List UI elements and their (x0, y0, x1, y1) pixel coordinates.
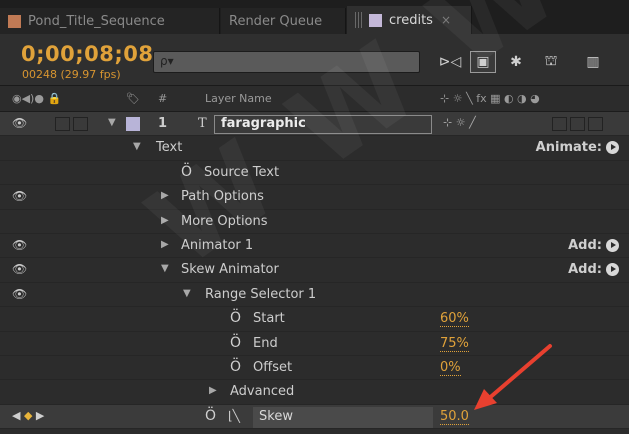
add-menu-button[interactable]: Add: (568, 262, 619, 277)
switch-box[interactable] (552, 117, 567, 131)
play-circle-icon (606, 141, 619, 155)
more-options-label: More Options (181, 213, 268, 229)
collapsed-triangle-icon[interactable]: ▶ (161, 239, 169, 250)
range-selector-row[interactable]: 👁 ▼ Range Selector 1 (0, 282, 629, 308)
frame-blending-icon[interactable]: ⛫ (538, 51, 564, 73)
search-input[interactable]: ρ▾ (153, 51, 420, 73)
add-menu-button[interactable]: Add: (568, 238, 619, 253)
expand-triangle-icon[interactable]: ▼ (161, 263, 169, 274)
eye-icon[interactable]: 👁 (12, 287, 27, 301)
animate-label: Animate: (535, 140, 602, 156)
current-time-display[interactable]: 0;00;08;08 (21, 42, 153, 66)
skew-value[interactable]: 50.0 (440, 409, 469, 425)
comp-mini-flowchart-icon[interactable]: ⊳◁ (437, 51, 463, 73)
comp-color-swatch (369, 13, 382, 27)
animator-1-label: Animator 1 (181, 237, 254, 253)
comp-color-swatch (8, 14, 21, 28)
path-options-label: Path Options (181, 189, 264, 205)
stopwatch-active-icon[interactable]: Ö (205, 408, 216, 424)
layer-row[interactable]: 👁 ▼ 1 T faragraphic ⊹ ☼ ╱ (0, 112, 629, 137)
lock-switch[interactable] (73, 117, 88, 131)
close-icon[interactable]: × (441, 13, 451, 27)
eye-icon[interactable]: 👁 (12, 262, 27, 276)
animator-1-row[interactable]: 👁 ▶ Animator 1 Add: (0, 233, 629, 259)
eye-icon[interactable]: 👁 (12, 189, 27, 203)
skew-row[interactable]: ◀ ◆ ▶ Ö ⌊╲ Skew 50.0 (0, 404, 629, 430)
layer-number-header: # (158, 92, 168, 105)
play-circle-icon (606, 238, 619, 252)
draft-3d-icon[interactable]: ▣ (470, 51, 496, 73)
offset-value[interactable]: 0% (440, 360, 461, 376)
motion-blur-icon[interactable]: ▥ (580, 51, 606, 73)
stopwatch-icon[interactable]: Ö (230, 310, 241, 326)
tab-label: Pond_Title_Sequence (28, 13, 165, 29)
search-icon: ρ▾ (160, 54, 174, 68)
add-label: Add: (568, 237, 602, 253)
expand-triangle-icon[interactable]: ▼ (133, 141, 141, 152)
stopwatch-icon[interactable]: Ö (230, 335, 241, 351)
eye-icon[interactable]: 👁 (12, 116, 27, 130)
source-text-label: Source Text (204, 164, 280, 180)
path-options-row[interactable]: 👁 ▶ Path Options (0, 185, 629, 210)
range-selector-label: Range Selector 1 (205, 286, 317, 302)
start-value[interactable]: 60% (440, 311, 469, 328)
start-label: Start (253, 311, 285, 327)
eye-icon[interactable]: 👁 (12, 238, 27, 252)
switches-header: ⊹ ☼ ╲ fx ▦ ◐ ◑ ◕ (440, 92, 540, 105)
text-group-row[interactable]: ▼ Text Animate: (0, 136, 629, 161)
stopwatch-icon[interactable]: Ö (181, 164, 192, 180)
skew-animator-label: Skew Animator (181, 262, 279, 278)
layer-number: 1 (158, 116, 168, 131)
switch-icons[interactable]: ⊹ ☼ ╱ (443, 116, 476, 129)
text-group-label: Text (156, 140, 183, 156)
tab-pond-title-sequence[interactable]: Pond_Title_Sequence (0, 8, 220, 34)
graph-icon[interactable]: ⌊╲ (228, 409, 240, 423)
add-label: Add: (568, 262, 602, 278)
frame-count: 00248 (29.97 fps) (22, 68, 121, 81)
timeline-toolbar: 0;00;08;08 00248 (29.97 fps) ρ▾ ⊳◁ ▣ ✱ ⛫… (0, 34, 629, 86)
keyframe-diamond-icon[interactable]: ◆ (24, 409, 32, 422)
layer-name-header[interactable]: Layer Name (205, 92, 272, 105)
start-row[interactable]: Ö Start 60% (0, 307, 629, 332)
expand-triangle-icon[interactable]: ▼ (183, 288, 191, 299)
switch-box[interactable] (570, 117, 585, 131)
text-layer-icon: T (198, 116, 207, 131)
advanced-row[interactable]: ▶ Advanced (0, 380, 629, 405)
skew-label: Skew (253, 406, 433, 428)
collapsed-triangle-icon[interactable]: ▶ (161, 215, 169, 226)
layer-name-field[interactable]: faragraphic (214, 115, 432, 134)
source-text-row[interactable]: Ö Source Text (0, 160, 629, 186)
grip-icon (355, 12, 363, 28)
collapsed-triangle-icon[interactable]: ▶ (209, 385, 217, 396)
label-color-swatch[interactable] (126, 117, 140, 131)
collapsed-triangle-icon[interactable]: ▶ (161, 190, 169, 201)
label-tag-icon: 🏷 (126, 92, 140, 105)
tab-credits[interactable]: credits × (347, 6, 472, 34)
keyframe-navigator[interactable]: ◀ ◆ ▶ (12, 409, 44, 422)
play-circle-icon (606, 263, 619, 277)
skew-animator-row[interactable]: 👁 ▼ Skew Animator Add: (0, 258, 629, 283)
offset-row[interactable]: Ö Offset 0% (0, 355, 629, 381)
animate-menu-button[interactable]: Animate: (536, 140, 619, 155)
layer-tree: 👁 ▼ 1 T faragraphic ⊹ ☼ ╱ ▼ Text Animate… (0, 112, 629, 430)
expand-triangle-icon[interactable]: ▼ (108, 117, 116, 128)
tab-render-queue[interactable]: Render Queue (221, 8, 346, 34)
tab-label: Render Queue (229, 13, 323, 29)
more-options-row[interactable]: ▶ More Options (0, 209, 629, 234)
end-value[interactable]: 75% (440, 336, 469, 352)
shy-layers-icon[interactable]: ✱ (503, 51, 529, 73)
stopwatch-icon[interactable]: Ö (230, 359, 241, 375)
offset-label: Offset (253, 359, 293, 375)
av-features-icons: ◉◀)● 🔒 (12, 92, 62, 105)
solo-switch[interactable] (55, 117, 70, 131)
tab-bar: Pond_Title_Sequence Render Queue credits… (0, 0, 629, 34)
end-label: End (253, 335, 278, 351)
switch-box[interactable] (588, 117, 603, 131)
column-header: ◉◀)● 🔒 🏷 # Layer Name ⊹ ☼ ╲ fx ▦ ◐ ◑ ◕ (0, 86, 629, 112)
advanced-label: Advanced (230, 384, 295, 400)
end-row[interactable]: Ö End 75% (0, 331, 629, 356)
tab-label: credits (389, 12, 433, 28)
